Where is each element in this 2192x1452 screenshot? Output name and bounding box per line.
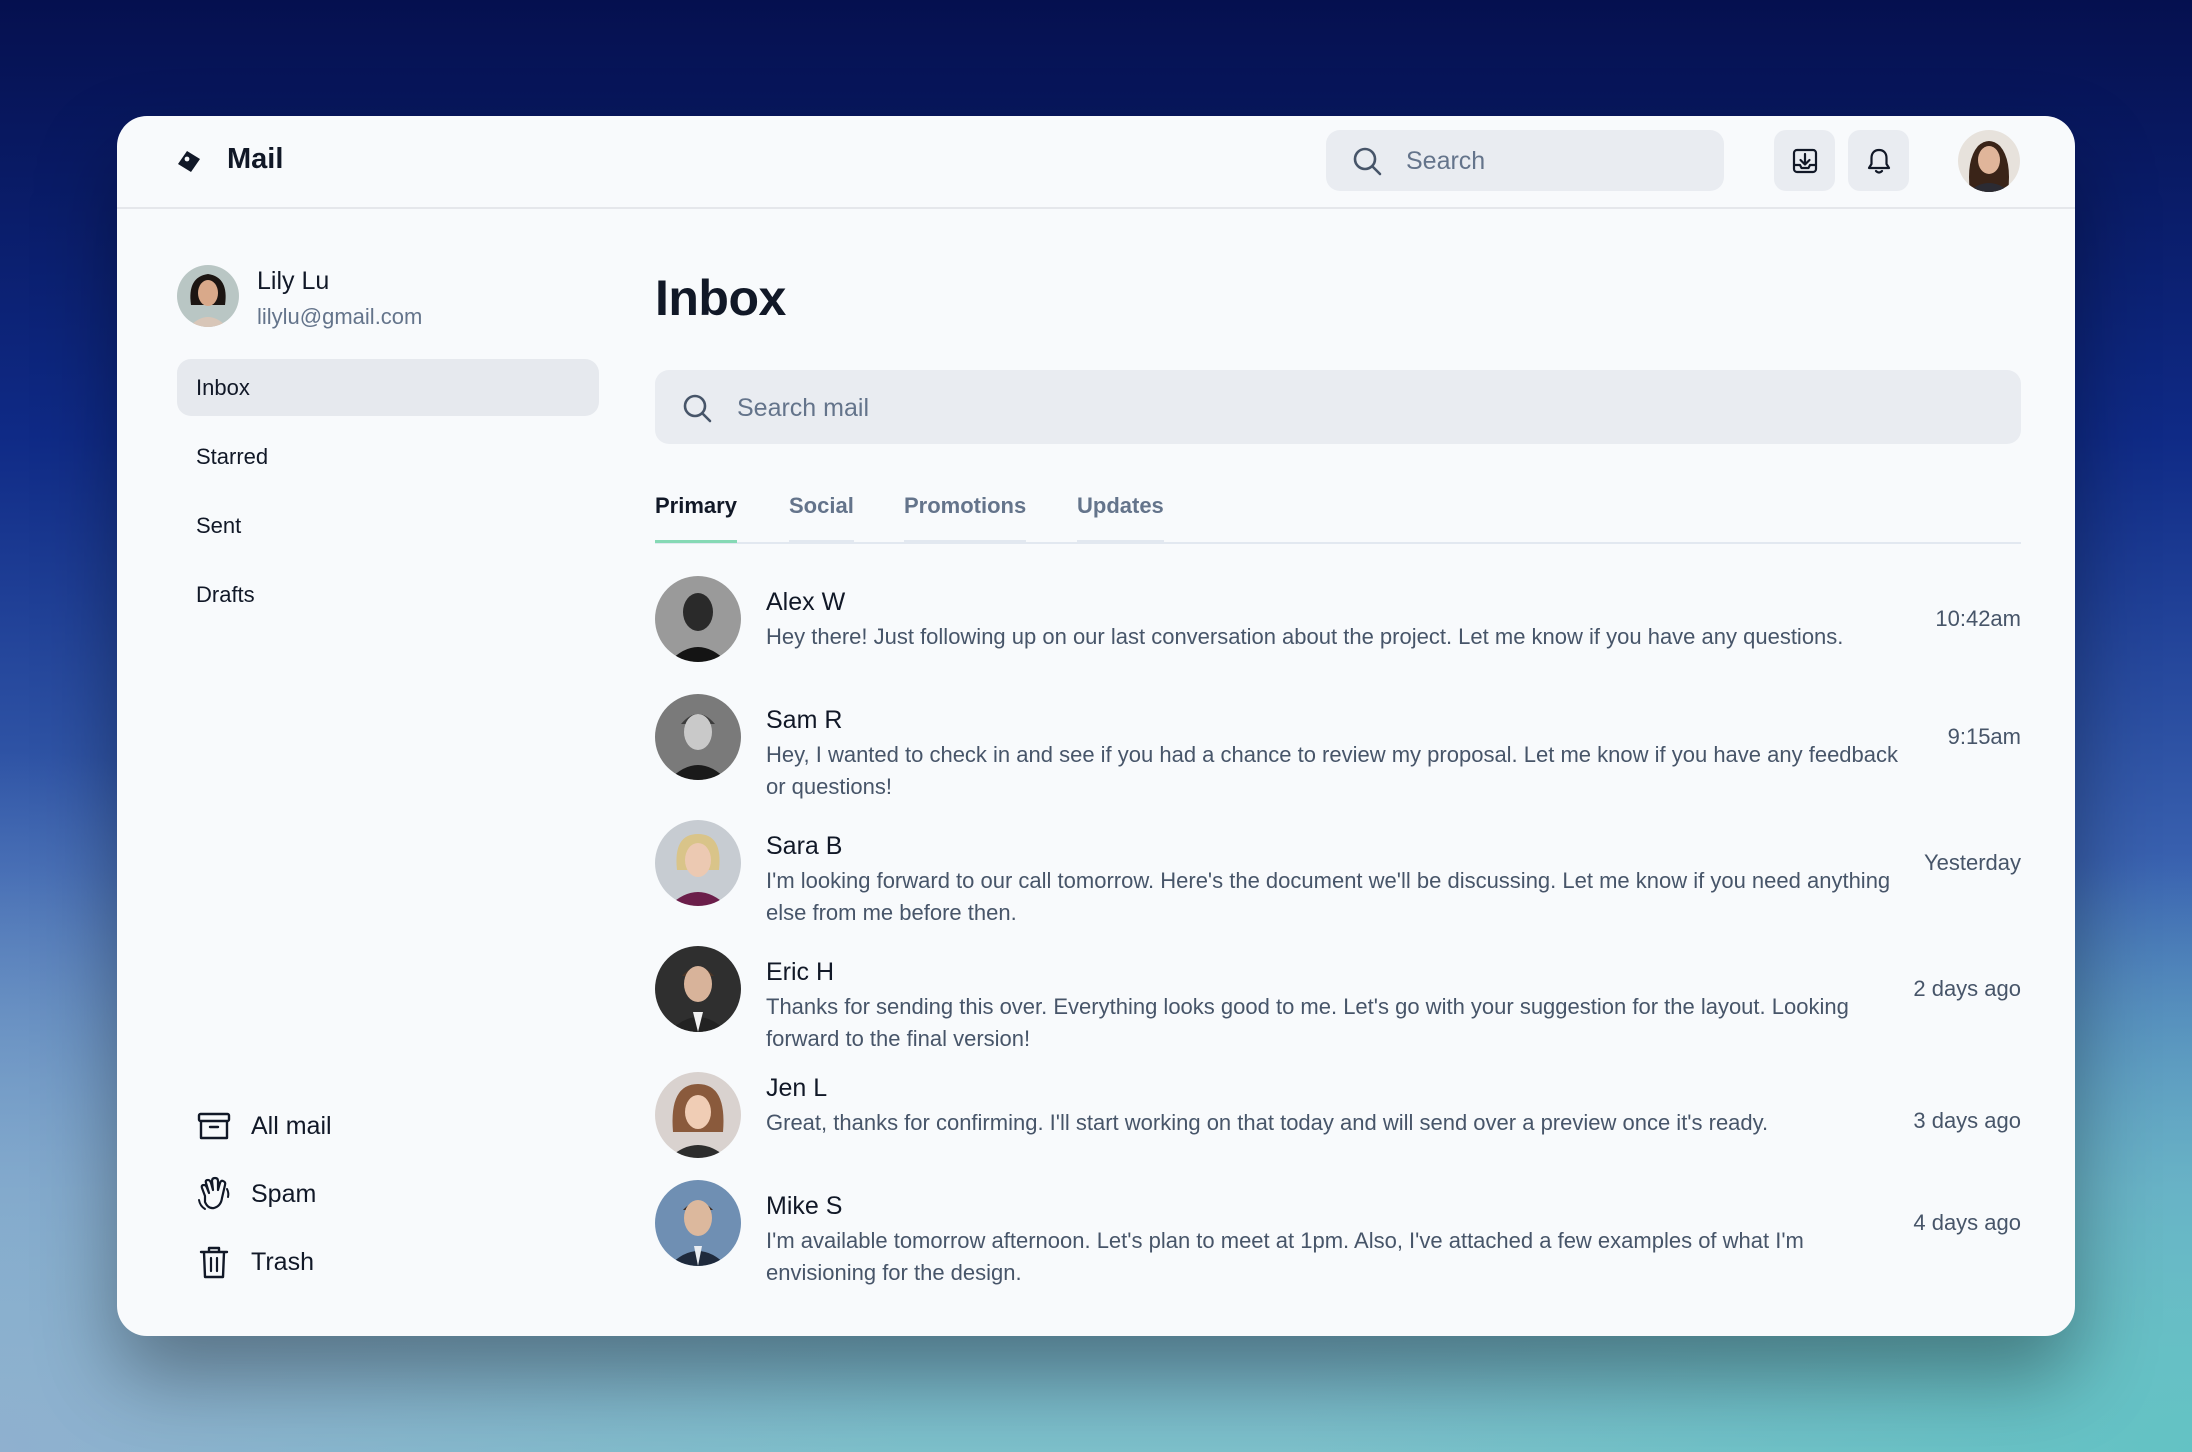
email-sender: Eric H	[766, 958, 835, 986]
email-sender: Sam R	[766, 706, 843, 734]
tab-promotions[interactable]: Promotions	[904, 493, 1027, 543]
email-time: 3 days ago	[1913, 1108, 2021, 1133]
sidebar-item-label: All mail	[251, 1111, 332, 1140]
notifications-button[interactable]	[1848, 130, 1909, 191]
email-row[interactable]: Jen L Great, thanks for confirming. I'll…	[655, 1062, 2021, 1158]
tabs-divider	[655, 542, 2021, 544]
sidebar-item-all-mail[interactable]: All mail	[197, 1106, 332, 1146]
email-snippet: Thanks for sending this over. Everything…	[766, 994, 1849, 1051]
sidebar-item-sent[interactable]: Sent	[177, 497, 599, 554]
sidebar-item-inbox[interactable]: Inbox	[177, 359, 599, 416]
tab-updates[interactable]: Updates	[1077, 493, 1164, 543]
archive-icon	[197, 1112, 231, 1140]
email-time: 10:42am	[1935, 606, 2021, 631]
hand-icon	[198, 1176, 230, 1210]
sender-avatar	[655, 946, 741, 1032]
header-search-input[interactable]	[1404, 140, 1708, 182]
email-snippet: I'm looking forward to our call tomorrow…	[766, 868, 1891, 925]
sender-avatar	[655, 694, 741, 780]
trash-icon	[199, 1246, 229, 1279]
mail-search-input[interactable]	[735, 387, 1939, 429]
sender-avatar	[655, 1072, 741, 1158]
app-title: Mail	[227, 143, 284, 175]
email-snippet: Hey there! Just following up on our last…	[766, 624, 1844, 649]
profile-avatar	[177, 265, 239, 327]
email-row[interactable]: Sam R Hey, I wanted to check in and see …	[655, 694, 2021, 799]
profile-name: Lily Lu	[257, 267, 330, 295]
sidebar-item-trash[interactable]: Trash	[197, 1242, 314, 1282]
header-search[interactable]	[1326, 130, 1724, 191]
email-time: Yesterday	[1923, 850, 2021, 875]
email-time: 4 days ago	[1913, 1210, 2021, 1235]
sidebar-item-label: Trash	[251, 1247, 314, 1276]
mail-search[interactable]	[655, 370, 2021, 444]
sidebar-item-label: Spam	[251, 1179, 317, 1208]
email-sender: Jen L	[766, 1074, 828, 1102]
tab-social[interactable]: Social	[789, 493, 854, 543]
logo-icon	[178, 151, 200, 172]
user-avatar[interactable]	[1958, 130, 2020, 192]
email-row[interactable]: Mike S I'm available tomorrow afternoon.…	[655, 1180, 2021, 1285]
download-button[interactable]	[1774, 130, 1835, 191]
inbox-download-icon	[1792, 148, 1817, 173]
sidebar-item-spam[interactable]: Spam	[197, 1174, 316, 1214]
email-sender: Sara B	[766, 832, 843, 860]
email-row[interactable]: Eric H Thanks for sending this over. Eve…	[655, 946, 2021, 1051]
sidebar-item-drafts[interactable]: Drafts	[177, 566, 599, 623]
bell-icon	[1867, 148, 1890, 174]
email-sender: Mike S	[766, 1192, 843, 1220]
top-bar: Mail	[117, 116, 2075, 209]
email-snippet: Hey, I wanted to check in and see if you…	[766, 742, 1899, 799]
tab-primary[interactable]: Primary	[655, 493, 737, 543]
sidebar-item-starred[interactable]: Starred	[177, 428, 599, 485]
email-snippet: Great, thanks for confirming. I'll start…	[766, 1110, 1769, 1135]
email-snippet: I'm available tomorrow afternoon. Let's …	[766, 1228, 1804, 1285]
search-icon	[1353, 147, 1382, 176]
mail-window: Mail Search Lily Lu lilylu@gmail.com Inb…	[117, 116, 2075, 1336]
email-time: 9:15am	[1947, 724, 2021, 749]
page-title: Inbox	[655, 270, 786, 326]
email-sender: Alex W	[766, 588, 846, 616]
email-time: 2 days ago	[1913, 976, 2021, 1001]
profile-email: lilylu@gmail.com	[257, 304, 423, 329]
email-row[interactable]: Sara B I'm looking forward to our call t…	[655, 820, 2021, 925]
sender-avatar	[655, 820, 741, 906]
email-row[interactable]: Alex W Hey there! Just following up on o…	[655, 576, 2021, 666]
search-icon	[683, 394, 712, 423]
sender-avatar	[655, 576, 741, 662]
sender-avatar	[655, 1180, 741, 1266]
